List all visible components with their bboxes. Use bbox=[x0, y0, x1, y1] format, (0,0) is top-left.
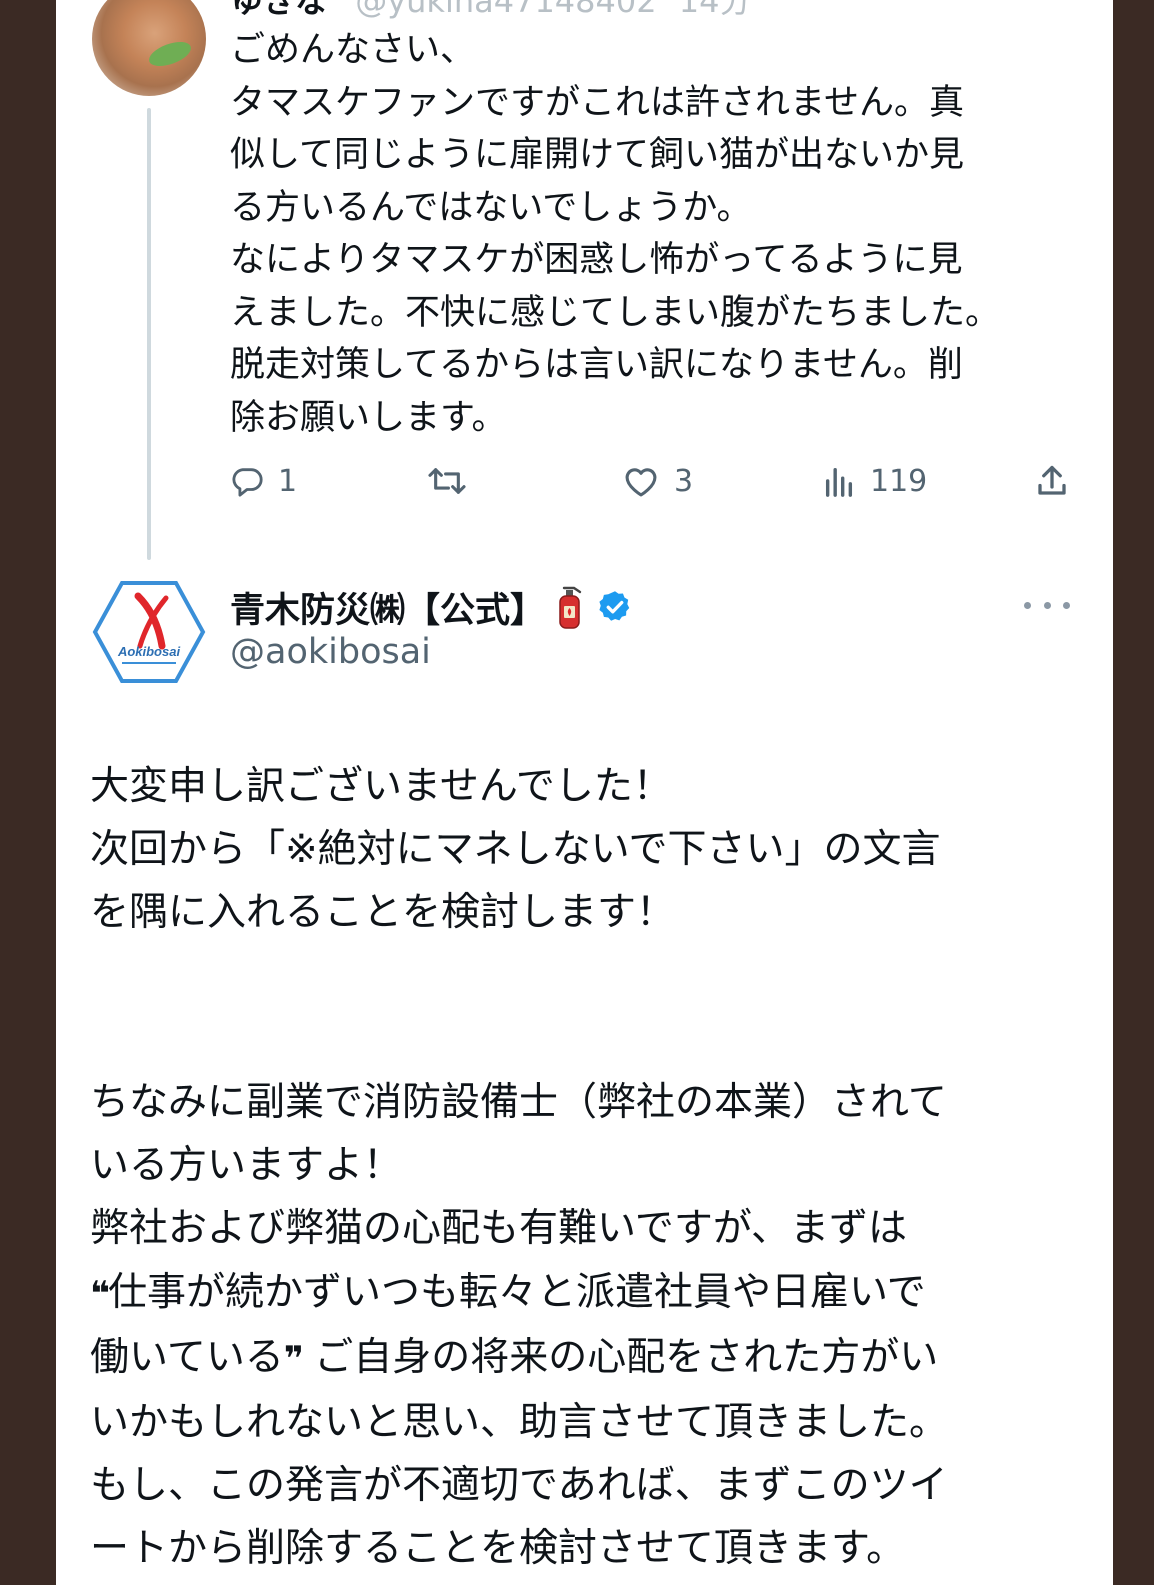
quote-open: ❝ bbox=[90, 1273, 110, 1314]
views-count: 119 bbox=[870, 463, 928, 499]
like-count: 3 bbox=[674, 463, 694, 499]
reply-author-name[interactable]: ゆきな bbox=[231, 0, 327, 20]
thread-line bbox=[147, 108, 151, 560]
reply-text-line: ごめんなさい、 bbox=[230, 30, 476, 70]
main-text-line: を隅に入れることを検討します！ bbox=[90, 890, 676, 936]
views-icon bbox=[825, 467, 853, 497]
main-text-line: いる方いますよ！ bbox=[90, 1143, 403, 1189]
reply-text-line: 似して同じように扉開けて飼い猫が出ないか見 bbox=[230, 135, 964, 175]
reply-action-bar: 1 3 119 bbox=[230, 456, 1070, 506]
retweet-icon bbox=[428, 468, 466, 494]
reply-count: 1 bbox=[278, 463, 298, 499]
reply-text-line: 除お願いします。 bbox=[230, 397, 507, 438]
reply-text-line: る方いるんではないでしょうか。 bbox=[230, 187, 752, 228]
main-author-name[interactable]: 青木防災㈱【公式】 bbox=[230, 582, 545, 633]
tweet-thread: ゆきな @yukina47148402 14分 ごめんなさい、 タマスケファンで… bbox=[56, 0, 1113, 1585]
reply-author-header[interactable]: ゆきな @yukina47148402 14分 bbox=[231, 0, 752, 22]
main-text-line: 働いている❞ ご自身の将来の心配をされた方がい bbox=[90, 1326, 1100, 1391]
verified-badge-icon bbox=[597, 589, 633, 625]
reply-tweet-text: ごめんなさい、 タマスケファンですがこれは許されません。真 似して同じように扉開… bbox=[230, 24, 1060, 444]
reply-text-line: 脱走対策してるからは言い訳になりません。削 bbox=[230, 345, 963, 385]
main-author-handle[interactable]: @aokibosai bbox=[230, 632, 431, 672]
main-author-header[interactable]: 青木防災㈱【公式】 bbox=[230, 580, 633, 634]
fire-extinguisher-icon bbox=[555, 584, 585, 630]
main-text-fragment: ご自身の将来の心配をされた方がい bbox=[301, 1334, 939, 1380]
main-text-line: いかもしれないと思い、助言させて頂きました。 bbox=[90, 1400, 949, 1445]
main-text-line: もし、この発言が不適切であれば、まずこのツイ bbox=[90, 1463, 948, 1509]
main-text-line: ❝仕事が続かずいつも転々と派遣社員や日雇いで bbox=[90, 1261, 1100, 1326]
more-icon[interactable] bbox=[1024, 590, 1070, 620]
main-tweet-text: 大変申し訳ございませんでした！ 次回から「※絶対にマネしないで下さい」の文言 を… bbox=[90, 755, 1100, 1581]
retweet-button[interactable] bbox=[427, 456, 481, 506]
reply-text-line: なによりタマスケが困惑し怖がってるように見 bbox=[230, 240, 963, 280]
main-text-line: 弊社および弊猫の心配も有難いですが、まずは bbox=[90, 1206, 908, 1252]
reply-text-line: タマスケファンですがこれは許されません。真 bbox=[230, 82, 964, 123]
main-author-avatar[interactable]: Aokibosai bbox=[92, 580, 206, 684]
like-button[interactable]: 3 bbox=[622, 456, 693, 506]
reply-author-handle[interactable]: @yukina47148402 bbox=[355, 0, 656, 20]
main-text-line: 大変申し訳ございませんでした！ bbox=[90, 764, 672, 809]
logo-text: Aokibosai bbox=[117, 644, 181, 659]
reply-time: 14分 bbox=[678, 0, 752, 20]
quote-close: ❞ bbox=[283, 1338, 304, 1379]
reply-author-avatar[interactable] bbox=[92, 0, 206, 96]
like-icon bbox=[625, 468, 657, 497]
main-text-line: ートから削除することを検討させて頂きます。 bbox=[90, 1526, 906, 1572]
reply-button[interactable]: 1 bbox=[230, 456, 297, 506]
main-text-line: 次回から「※絶対にマネしないで下さい」の文言 bbox=[90, 827, 941, 873]
quote-text: 働いている bbox=[90, 1334, 284, 1380]
reply-text-line: えました。不快に感じてしまい腹がたちました。 bbox=[230, 292, 1001, 333]
main-text-line: ちなみに副業で消防設備士（弊社の本業）されて bbox=[90, 1079, 947, 1125]
quote-text: 仕事が続かずいつも転々と派遣社員や日雇いで bbox=[107, 1269, 926, 1315]
share-icon bbox=[1038, 465, 1066, 495]
reply-icon bbox=[232, 468, 263, 497]
views-button[interactable]: 119 bbox=[822, 456, 927, 506]
share-button[interactable] bbox=[1034, 456, 1070, 506]
